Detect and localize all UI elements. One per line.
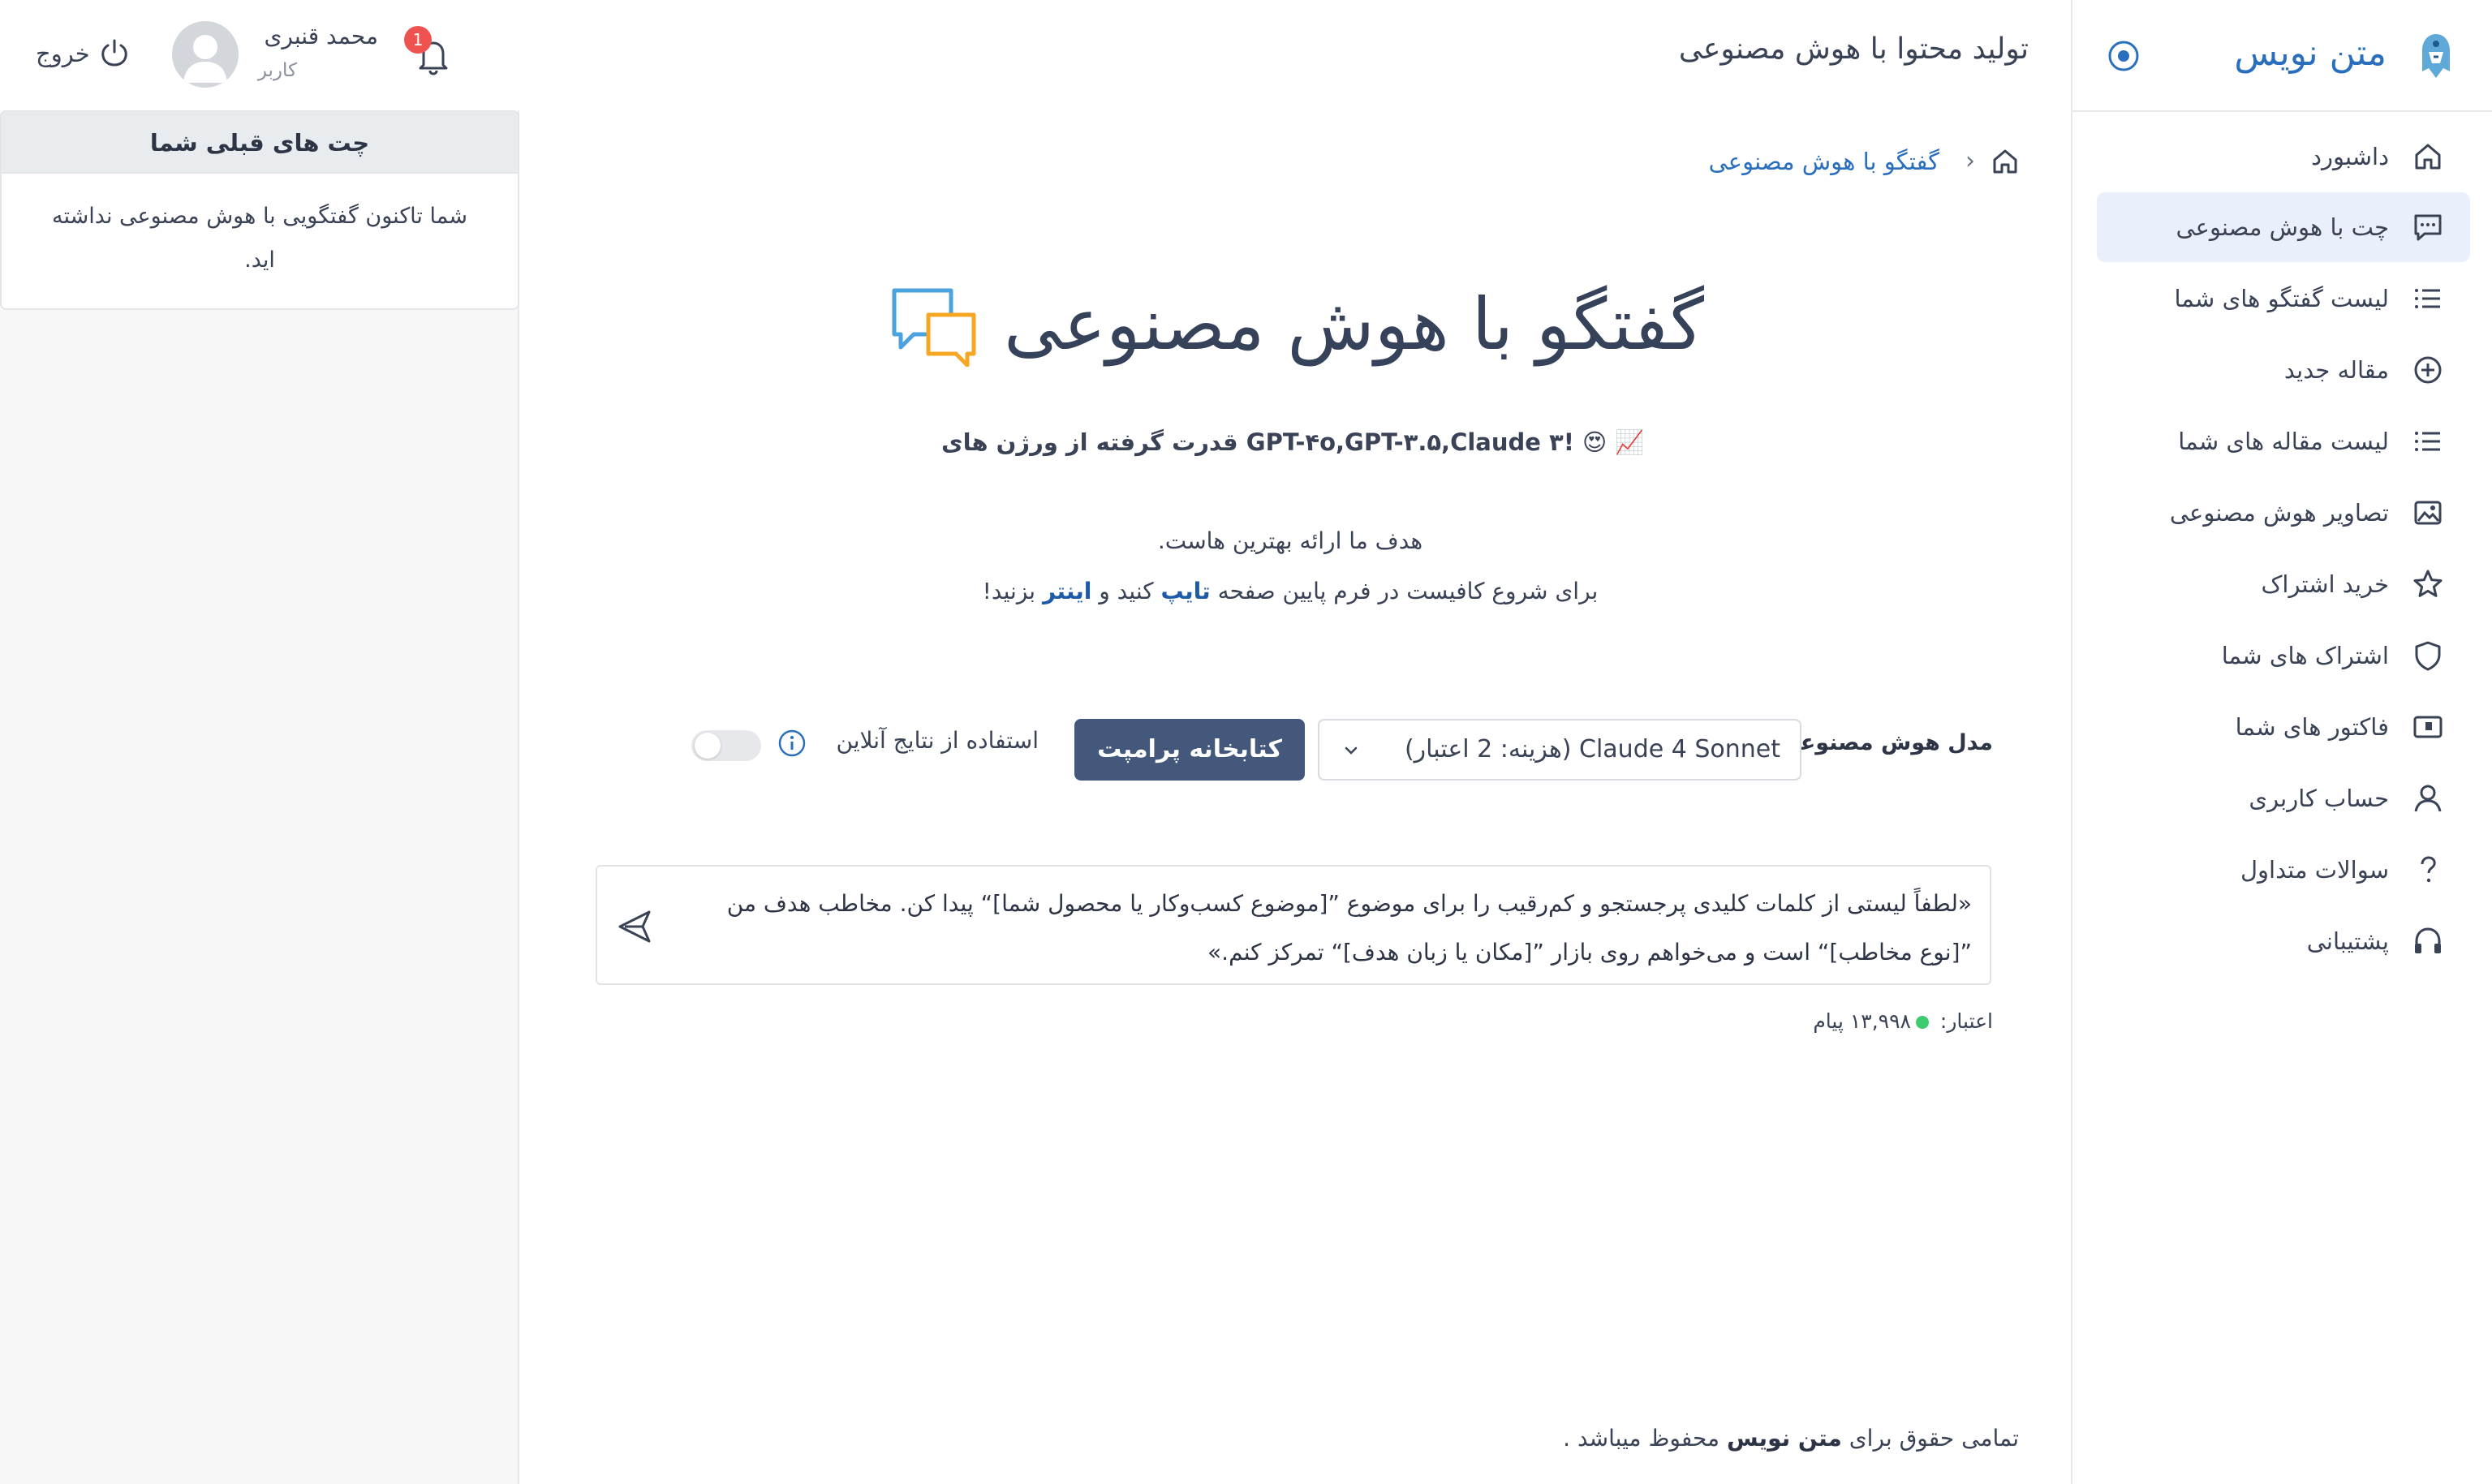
breadcrumb: › گفتگو با هوش مصنوعی <box>1688 141 2021 182</box>
info-icon[interactable] <box>777 729 807 758</box>
plus-circle-icon <box>2414 356 2442 384</box>
sidebar-item-label: داشبورد <box>2311 143 2389 170</box>
sidebar-item-ai-chat[interactable]: چت با هوش مصنوعی <box>2097 192 2470 262</box>
chat-icon <box>2414 214 2442 241</box>
sidebar-item-article-list[interactable]: لیست مقاله های شما <box>2097 406 2470 476</box>
user-role: کاربر <box>257 60 297 81</box>
user-icon <box>2414 785 2442 812</box>
sidebar-item-label: مقاله جدید <box>2283 356 2389 384</box>
chevron-down-icon <box>1345 746 1358 755</box>
brand-logo-icon <box>2422 34 2450 78</box>
desc-type-word: تایپ <box>1160 578 1211 604</box>
home-icon[interactable] <box>1990 146 2021 177</box>
footer: تمامی حقوق برای متن نویس محفوظ میباشد . <box>1136 1425 2019 1460</box>
online-results-label: استفاده از نتایج آنلاین <box>836 727 1039 754</box>
desc-enter-word: اینتر <box>1042 578 1092 604</box>
sidebar: متن نویس داشبورد چت با هوش مصنوعی لیست گ… <box>2071 0 2492 1484</box>
model-selected-value: Claude 4 Sonnet (هزینه: 2 اعتبار) <box>1404 735 1780 764</box>
sidebar-item-label: چت با هوش مصنوعی <box>2176 213 2389 241</box>
sidebar-item-support[interactable]: پشتیبانی <box>2097 906 2470 976</box>
previous-chats-card: چت های قبلی شما شما تاکنون گفتگویی با هو… <box>0 110 519 310</box>
sidebar-item-invoices[interactable]: فاکتور های شما <box>2097 692 2470 762</box>
sidebar-item-new-article[interactable]: مقاله جدید <box>2097 335 2470 405</box>
footer-text: محفوظ میباشد . <box>1563 1425 1727 1452</box>
desc-text: کنید و <box>1091 578 1161 604</box>
sidebar-item-label: خرید اشتراک <box>2261 570 2389 598</box>
sidebar-item-ai-images[interactable]: تصاویر هوش مصنوعی <box>2097 478 2470 548</box>
brand-title[interactable]: متن نویس <box>2234 32 2387 74</box>
model-select[interactable]: Claude 4 Sonnet (هزینه: 2 اعتبار) <box>1318 719 1801 781</box>
sidebar-item-label: لیست مقاله های شما <box>2178 428 2389 455</box>
send-icon[interactable] <box>615 907 654 946</box>
invoice-icon <box>2413 716 2443 738</box>
previous-chats-panel: چت های قبلی شما شما تاکنون گفتگویی با هو… <box>0 110 519 1484</box>
user-area: خروج محمد قنبری کاربر 1 <box>0 0 519 112</box>
avatar[interactable] <box>172 21 239 88</box>
page-header-title: تولید محتوا با هوش مصنوعی <box>1678 32 2029 66</box>
desc-text: بزنید! <box>982 578 1043 604</box>
sidebar-item-faq[interactable]: سوالات متداول <box>2097 835 2470 905</box>
description-line-1: هدف ما ارائه بهترین هاست. <box>1157 527 1423 554</box>
avatar-placeholder-icon <box>183 35 227 83</box>
headphones-icon <box>2415 927 2441 953</box>
credit-status: اعتبار: ۱۳,۹۹۸ پیام <box>1704 1009 1993 1042</box>
list-icon <box>2415 289 2440 308</box>
online-results-toggle[interactable] <box>691 730 761 761</box>
model-label: مدل هوش مصنوعی <box>1778 730 1993 755</box>
credit-label: اعتبار: <box>1939 1009 1993 1033</box>
sidebar-item-label: لیست گفتگو های شما <box>2174 285 2389 312</box>
home-icon <box>2415 144 2441 170</box>
page-title: گفتگو با هوش مصنوعی <box>1004 282 1704 366</box>
sidebar-item-label: سوالات متداول <box>2240 856 2389 884</box>
target-icon[interactable] <box>2107 39 2141 73</box>
sidebar-item-label: اشتراک های شما <box>2221 642 2389 669</box>
logout-label: خروج <box>36 40 90 67</box>
notification-badge: 1 <box>404 26 432 54</box>
list-icon <box>2415 432 2440 451</box>
sidebar-item-account[interactable]: حساب کاربری <box>2097 764 2470 833</box>
desc-text: برای شروع کافیست در فرم پایین صفحه <box>1210 578 1599 604</box>
sidebar-item-buy-subscription[interactable]: خرید اشتراک <box>2097 549 2470 619</box>
message-input[interactable]: «لطفاً لیستی از کلمات کلیدی پرجستجو و کم… <box>596 865 1991 985</box>
toggle-knob <box>695 733 721 759</box>
sidebar-item-label: پشتیبانی <box>2306 927 2389 955</box>
sidebar-item-chat-list[interactable]: لیست گفتگو های شما <box>2097 264 2470 333</box>
previous-chats-empty: شما تاکنون گفتگویی با هوش مصنوعی نداشته … <box>52 204 467 273</box>
subtitle: قدرت گرفته از ورژن های GPT-۴o,GPT-۳.۵,Cl… <box>941 428 1645 456</box>
power-icon <box>101 39 127 67</box>
image-icon <box>2414 501 2442 525</box>
sidebar-item-label: تصاویر هوش مصنوعی <box>2169 499 2389 527</box>
online-dot <box>1915 1016 1929 1029</box>
sidebar-item-label: فاکتور های شما <box>2235 713 2389 741</box>
question-icon <box>2421 856 2436 883</box>
user-name: محمد قنبری <box>264 23 378 49</box>
footer-text: تمامی حقوق برای <box>1841 1425 2019 1452</box>
message-text: «لطفاً لیستی از کلمات کلیدی پرجستجو و کم… <box>726 890 1972 966</box>
shield-icon <box>2415 641 2441 671</box>
description-line-2: برای شروع کافیست در فرم پایین صفحه تایپ … <box>893 578 1688 618</box>
breadcrumb-separator: › <box>1965 147 1975 175</box>
sidebar-item-your-subscriptions[interactable]: اشتراک های شما <box>2097 621 2470 690</box>
prompt-library-button[interactable]: کتابخانه پرامپت <box>1074 719 1305 781</box>
credit-value: ۱۳,۹۹۸ پیام <box>1813 1009 1911 1033</box>
brand-header: متن نویس <box>2072 0 2492 112</box>
chat-bubbles-icon <box>892 288 976 367</box>
previous-chats-title: چت های قبلی شما <box>2 112 518 174</box>
sidebar-item-dashboard[interactable]: داشبورد <box>2097 122 2470 191</box>
footer-brand[interactable]: متن نویس <box>1727 1425 1842 1452</box>
breadcrumb-current[interactable]: گفتگو با هوش مصنوعی <box>1709 141 1939 182</box>
sidebar-item-label: حساب کاربری <box>2249 785 2389 812</box>
star-icon <box>2413 570 2443 597</box>
